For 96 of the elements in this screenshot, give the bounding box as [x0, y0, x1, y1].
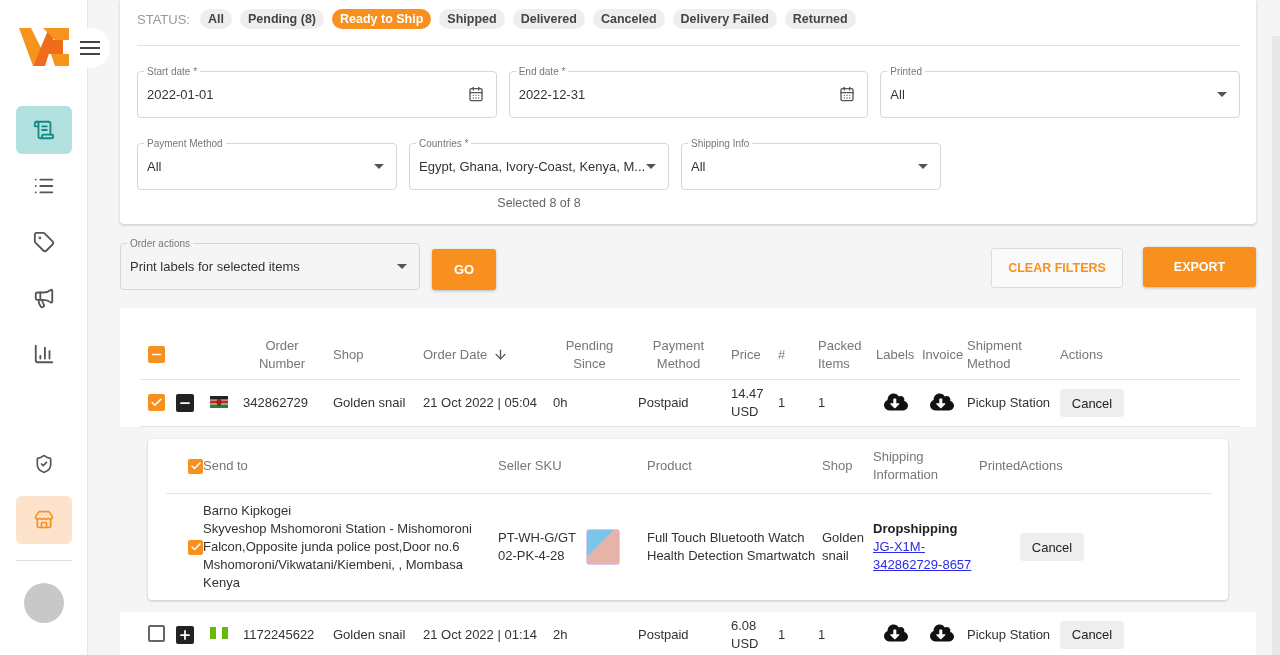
check-icon — [189, 541, 202, 553]
cancel-button[interactable]: Cancel — [1060, 620, 1124, 649]
receipt-icon — [32, 119, 55, 141]
address-line: Kenya — [203, 574, 241, 592]
collapse-button[interactable] — [176, 394, 194, 412]
table-cell-text: 21 Oct 2022 | 05:04 — [423, 394, 538, 412]
select-field[interactable]: Shipping Info All — [681, 138, 941, 190]
cancel-button[interactable]: Cancel — [1020, 533, 1084, 561]
select-field[interactable]: Order actions Print labels for selected items — [120, 238, 420, 290]
megaphone-icon — [32, 287, 55, 309]
column-header: Order Number — [257, 336, 307, 373]
flag-icon — [210, 627, 228, 639]
column-header: Price — [731, 345, 762, 364]
calendar-icon[interactable] — [467, 86, 484, 102]
table-cell-text: 2h — [553, 625, 569, 644]
table-cell-text: PT-WH-G/GT02-PK-4-28 — [498, 529, 577, 565]
caret-icon — [646, 163, 656, 169]
bar-chart-icon — [32, 343, 55, 365]
column-header: # — [778, 345, 787, 364]
row-checkbox[interactable] — [148, 624, 165, 642]
column-header: Packed Items — [818, 336, 863, 373]
select-all-checkbox[interactable] — [148, 345, 165, 363]
table-cell-text: Pickup Station — [967, 625, 1052, 644]
caret-icon — [918, 163, 928, 169]
table-cell-text: 1 — [818, 625, 827, 644]
table-cell-text: Postpaid — [638, 394, 690, 412]
status-chip[interactable]: Returned — [784, 9, 856, 29]
flag-icon — [210, 395, 228, 408]
table-cell-text: 0h — [553, 394, 569, 412]
column-header: Seller SKU — [498, 457, 563, 475]
menu-icon — [80, 41, 100, 55]
address-line: Skyveshop Mshomoroni Station - Mishomoroni — [203, 520, 473, 538]
column-header: Actions — [1060, 345, 1104, 364]
table-cell-text: Golden snail — [333, 394, 407, 412]
select-field[interactable]: Countries * Egypt, Ghana, Ivory-Coast, Kenya, M... — [409, 138, 669, 190]
column-header: Shipping Information — [873, 448, 940, 484]
column-header: Printed — [979, 457, 1020, 475]
status-chip[interactable]: Shipped — [439, 9, 505, 29]
column-header: Labels — [876, 345, 916, 364]
table-cell-text: 1172245622 — [243, 625, 316, 644]
address-line: Falcon,Opposite junda police post,Door no.6 — [203, 538, 461, 556]
product-thumbnail — [586, 529, 620, 565]
header-checkbox[interactable] — [188, 458, 203, 474]
status-label: STATUS: — [137, 11, 190, 27]
status-chip[interactable]: Pending (8) — [239, 9, 324, 29]
column-header: Actions — [1020, 457, 1064, 475]
column-header: Payment Method — [651, 336, 706, 373]
table-cell-text: 342862729 — [243, 394, 310, 412]
table-cell-text: 1 — [778, 625, 787, 644]
plus-icon — [178, 627, 192, 642]
table-cell-text: 6.08 USD — [731, 616, 760, 653]
table-cell-text: Golden snail — [333, 625, 407, 644]
status-chip[interactable]: Delivered — [512, 9, 585, 29]
cancel-button[interactable]: Cancel — [1060, 389, 1124, 417]
table-cell-text: 1 — [778, 394, 787, 412]
row-checkbox[interactable] — [148, 394, 165, 411]
check-icon — [150, 396, 163, 409]
caret-icon — [374, 163, 384, 169]
store-icon — [33, 510, 54, 530]
address-line: Barno Kipkogei — [203, 502, 293, 520]
check-icon — [189, 460, 202, 472]
table-cell-text: Postpaid — [638, 625, 690, 644]
status-chip[interactable]: Delivery Failed — [672, 9, 777, 29]
sort-arrow-icon — [493, 347, 509, 362]
shipping-type: Dropshipping — [873, 520, 959, 538]
status-chip[interactable]: Canceled — [592, 9, 665, 29]
helper-text: Selected 8 of 8 — [496, 196, 582, 210]
caret-icon — [397, 263, 407, 269]
address-line: Mshomoroni/Vikwatani/Kiembeni, , Mombasa — [203, 556, 464, 574]
status-chip[interactable]: All — [199, 9, 232, 29]
column-header: Shipment Method — [967, 336, 1023, 373]
calendar-icon[interactable] — [839, 86, 856, 102]
table-cell-text: Golden snail — [822, 529, 865, 565]
table-cell-text: Full Touch Bluetooth Watch Health Detection Smartwatch — [647, 529, 817, 565]
table-cell-text: 21 Oct 2022 | 01:14 — [423, 625, 538, 644]
table-cell-text: 14.47 USD — [731, 385, 765, 421]
column-header: Shop — [333, 345, 365, 364]
column-header: Invoice — [922, 345, 965, 364]
tracking-link[interactable]: JG-X1M-342862729-8657 — [873, 538, 979, 574]
column-header: Send to — [203, 457, 249, 475]
nav-item[interactable] — [15, 106, 72, 154]
table-cell-text: Pickup Station — [967, 394, 1052, 412]
logo-icon — [18, 28, 69, 66]
tag-icon — [32, 231, 55, 253]
item-checkbox[interactable] — [188, 539, 203, 555]
column-header: Pending Since — [564, 336, 615, 373]
expand-button[interactable] — [176, 625, 194, 644]
column-header: Product — [647, 457, 693, 475]
caret-icon — [1217, 91, 1227, 97]
table-cell-text: 1 — [818, 394, 827, 412]
select-field[interactable]: Printed All — [880, 66, 1240, 118]
column-header: Shop — [822, 457, 854, 475]
date-field[interactable]: End date * 2022-12-31 — [508, 66, 869, 118]
date-field[interactable]: Start date * 2022-01-01 — [137, 66, 497, 118]
column-header[interactable]: Order Date — [423, 345, 553, 364]
select-field[interactable]: Payment Method All — [137, 138, 397, 190]
